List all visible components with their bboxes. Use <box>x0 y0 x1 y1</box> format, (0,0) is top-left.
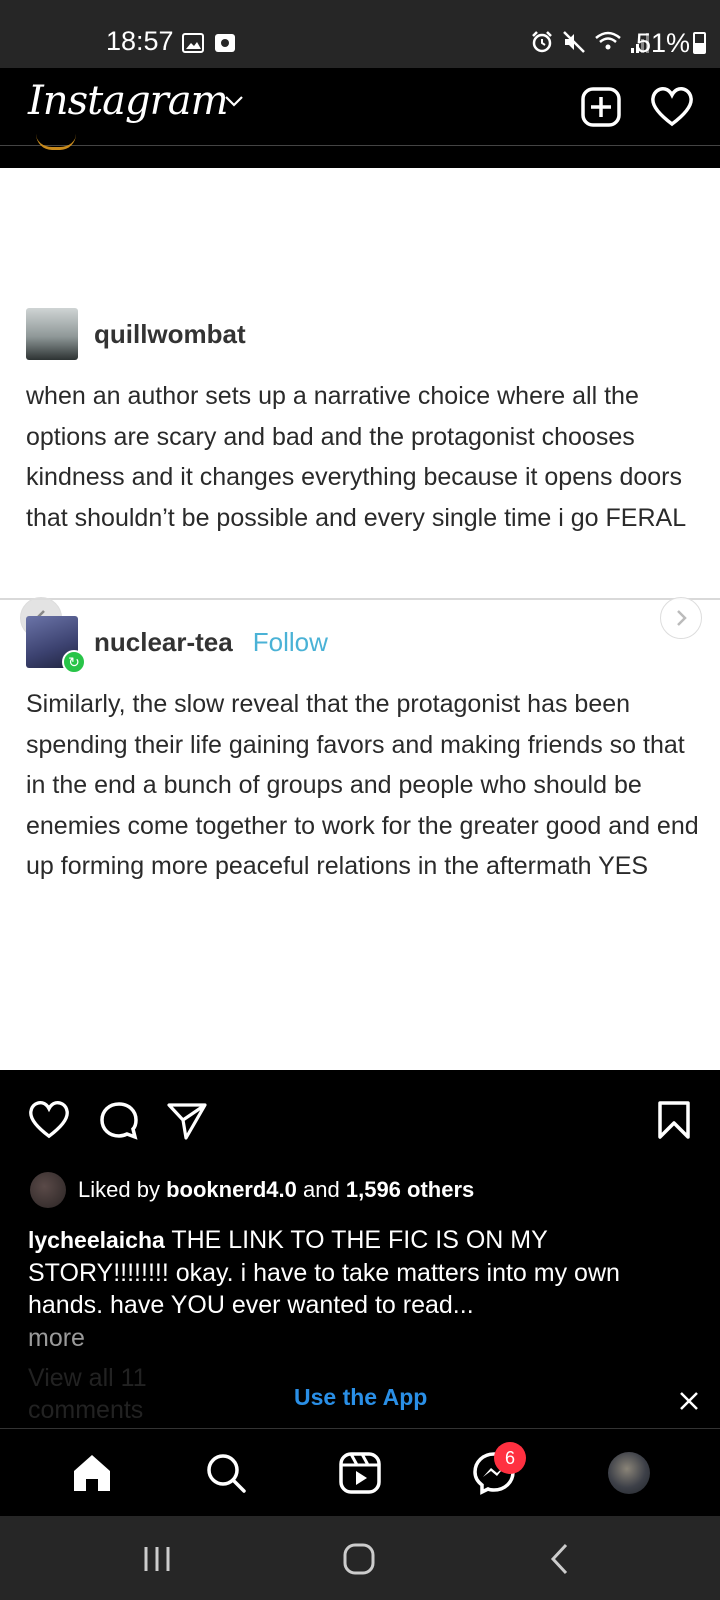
post-caption: lycheelaicha THE LINK TO THE FIC IS ON M… <box>28 1224 688 1322</box>
likes-and: and <box>303 1177 340 1202</box>
chevron-right-icon <box>677 610 687 626</box>
like-heart-icon[interactable] <box>28 1100 70 1140</box>
wifi-icon <box>595 31 621 50</box>
tumblr-username: nuclear-tea <box>94 626 233 657</box>
battery-icon <box>693 32 706 54</box>
tumblr-divider <box>0 598 720 600</box>
likes-count[interactable]: 1,596 others <box>346 1177 474 1203</box>
screen-recorder-icon <box>215 34 235 52</box>
status-bar: 18:57 51% <box>0 0 720 68</box>
close-icon[interactable] <box>678 1390 700 1412</box>
carousel-next-button[interactable] <box>660 597 702 639</box>
heart-activity-icon[interactable] <box>650 86 694 128</box>
comment-bubble-icon[interactable] <box>98 1100 140 1142</box>
app-header: Instagram <box>0 68 720 146</box>
alarm-icon <box>532 31 552 53</box>
profile-avatar[interactable] <box>608 1452 650 1494</box>
tumblr-post-text: Similarly, the slow reveal that the prot… <box>26 690 699 880</box>
tumblr-user-2: ↻ nuclear-tea Follow <box>26 616 328 674</box>
battery-percentage: 51% <box>635 28 690 58</box>
home-button-icon[interactable] <box>342 1542 376 1576</box>
post-actions <box>0 1070 720 1170</box>
more-link[interactable]: more <box>28 1324 85 1353</box>
likes-summary[interactable]: Liked by booknerd4.0 and 1,596 others <box>30 1172 474 1208</box>
tumblr-post-text: when an author sets up a narrative choic… <box>26 382 687 532</box>
tumblr-avatar: ↻ <box>26 616 86 674</box>
likes-user[interactable]: booknerd4.0 <box>166 1177 297 1203</box>
tumblr-avatar <box>26 308 78 360</box>
search-icon[interactable] <box>204 1451 248 1495</box>
reels-icon[interactable] <box>338 1451 382 1495</box>
status-system-icons <box>530 30 652 54</box>
instagram-logo[interactable]: Instagram <box>28 78 229 124</box>
messages-badge: 6 <box>494 1442 526 1474</box>
share-send-icon[interactable] <box>166 1100 208 1142</box>
post-header-strip <box>0 146 720 168</box>
use-the-app-button[interactable]: Use the App <box>294 1384 427 1411</box>
gallery-icon <box>182 33 204 53</box>
reblog-icon: ↻ <box>62 650 86 674</box>
back-icon[interactable] <box>548 1542 572 1576</box>
tumblr-username: quillwombat <box>94 318 246 349</box>
view-comments-link[interactable]: View all 11 comments <box>28 1362 168 1426</box>
recent-apps-icon[interactable] <box>142 1544 172 1574</box>
post-image[interactable]: quillwombat when an author sets up a nar… <box>0 168 720 1070</box>
status-time: 18:57 <box>106 26 174 56</box>
caption-username[interactable]: lycheelaicha <box>28 1227 165 1253</box>
mute-icon <box>563 31 585 53</box>
bookmark-save-icon[interactable] <box>656 1100 692 1140</box>
system-navigation-bar <box>0 1516 720 1600</box>
status-notification-icons <box>182 32 236 54</box>
create-post-icon[interactable] <box>580 86 622 128</box>
chevron-down-icon[interactable] <box>224 94 244 108</box>
tumblr-user-1: quillwombat <box>26 308 246 360</box>
tumblr-follow-label: Follow <box>252 626 328 657</box>
home-icon[interactable] <box>70 1451 114 1495</box>
likes-prefix: Liked by <box>78 1177 160 1202</box>
liker-avatar <box>30 1172 66 1208</box>
